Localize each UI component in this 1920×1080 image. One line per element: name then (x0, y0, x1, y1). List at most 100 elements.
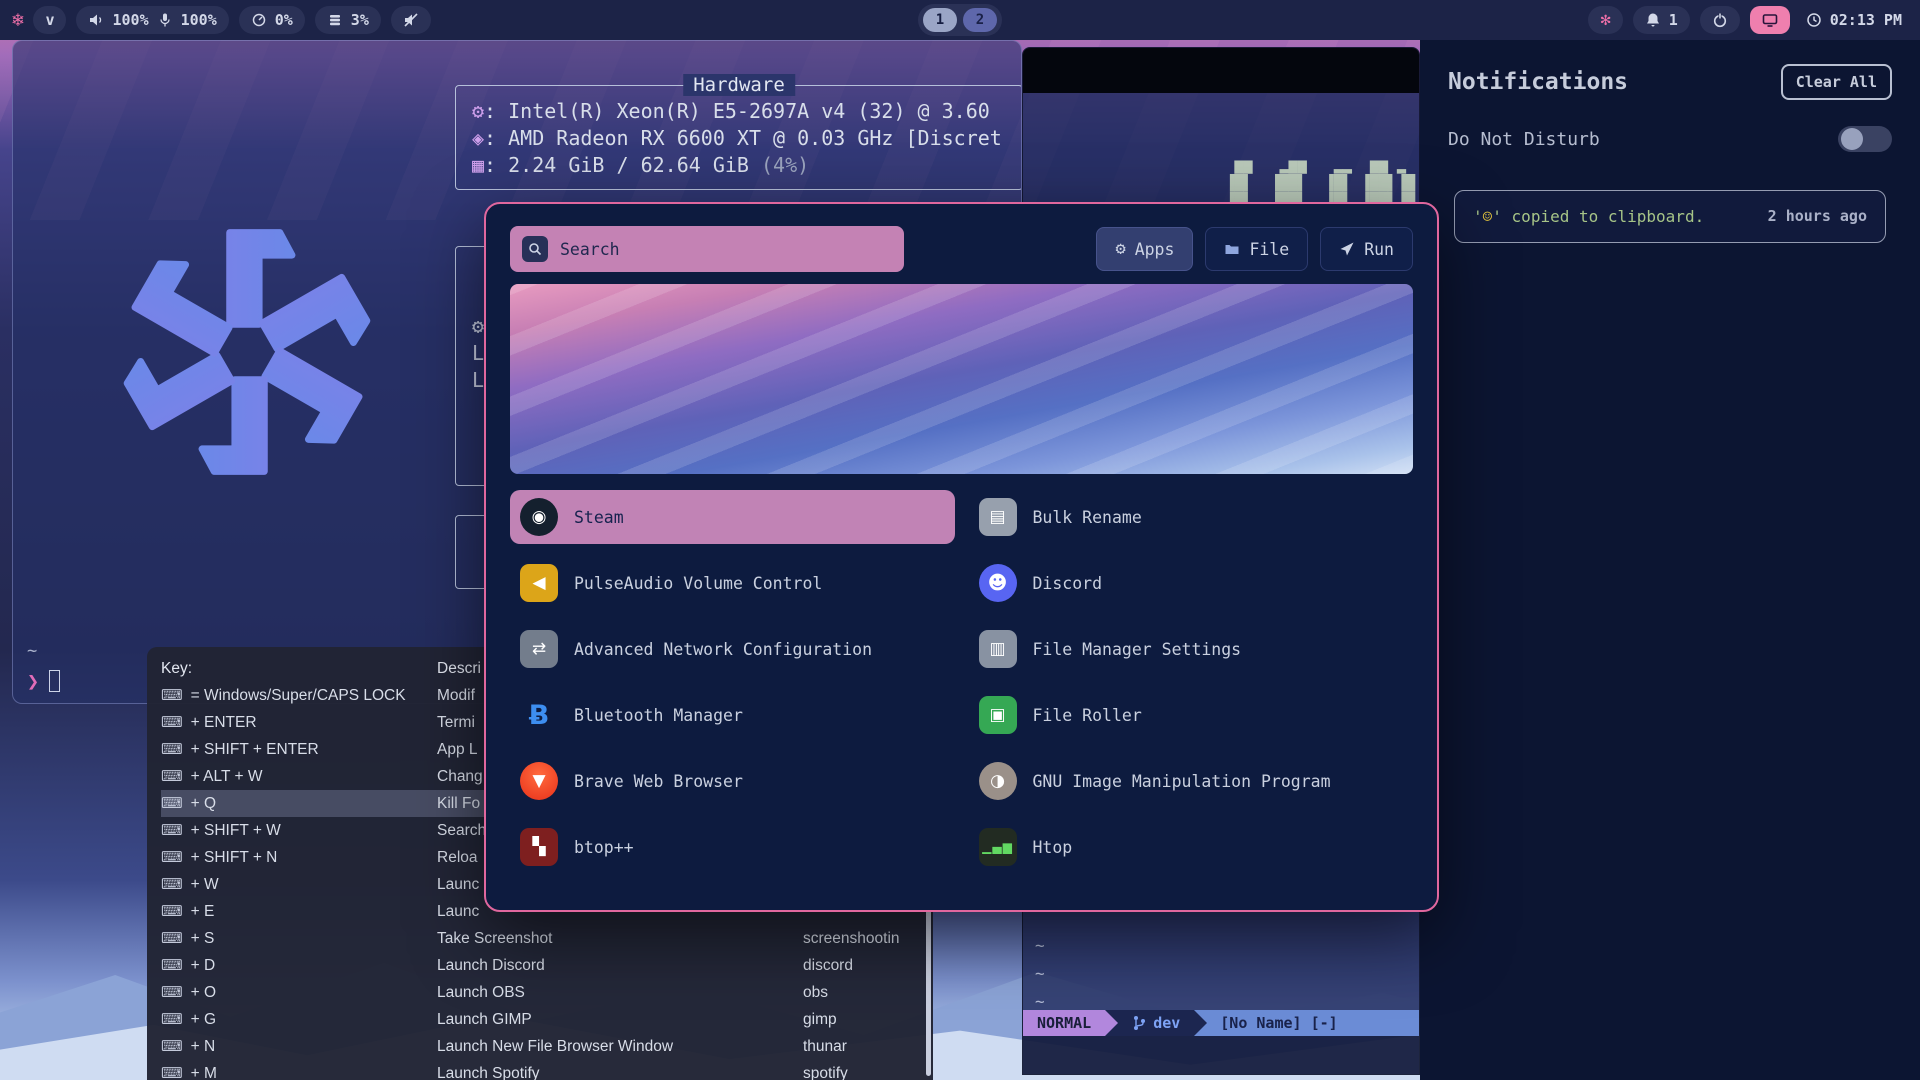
app-label: File Roller (1033, 706, 1142, 725)
app-icon: ☻ (979, 564, 1017, 602)
keybind-row: ⌨+ M Launch Spotify spotify (161, 1060, 923, 1080)
app-icon: ◑ (979, 762, 1017, 800)
app-grid: ◉ Steam ▤ Bulk Rename ◀ PulseAudio Volum… (510, 490, 1413, 874)
speaker-icon (88, 12, 104, 28)
app-item[interactable]: ▼ Brave Web Browser (510, 754, 955, 808)
keybind-keys: + M (191, 1065, 217, 1080)
keyboard-icon: ⌨ (161, 957, 183, 974)
app-label: PulseAudio Volume Control (574, 574, 822, 593)
power-icon (1712, 12, 1728, 28)
launcher-tabs: ⚙ Apps File Run (1096, 227, 1413, 271)
keybind-keys: + SHIFT + N (191, 849, 278, 866)
app-label: Advanced Network Configuration (574, 640, 872, 659)
tab-file-label: File (1249, 240, 1289, 259)
notifications-header: Notifications Clear All (1448, 64, 1892, 100)
keybind-combo: ⌨+ SHIFT + ENTER (161, 740, 437, 759)
app-item[interactable]: ▥ File Manager Settings (969, 622, 1414, 676)
keybind-description: Launch Discord (437, 957, 803, 975)
do-not-disturb-toggle[interactable] (1838, 126, 1892, 152)
keyboard-icon: ⌨ (161, 903, 183, 920)
keyboard-icon: ⌨ (161, 822, 183, 839)
app-label: Steam (574, 508, 624, 527)
keybind-combo: ⌨+ S (161, 929, 437, 948)
app-icon: ◉ (520, 498, 558, 536)
tab-run[interactable]: Run (1320, 227, 1413, 271)
keyboard-icon: ⌨ (161, 768, 183, 785)
clear-all-button[interactable]: Clear All (1781, 64, 1892, 100)
vim-filename: [No Name] [-] (1194, 1010, 1419, 1036)
keybind-description: Launch OBS (437, 984, 803, 1002)
keybind-description: Take Screenshot (437, 930, 803, 948)
toggle-knob (1841, 128, 1863, 150)
keybind-combo: ⌨= Windows/Super/CAPS LOCK (161, 686, 437, 705)
app-item[interactable]: ▣ File Roller (969, 688, 1414, 742)
notification-card[interactable]: '☺' copied to clipboard. 2 hours ago (1454, 190, 1886, 243)
app-item[interactable]: ◉ Steam (510, 490, 955, 544)
app-item[interactable]: ▁▄▆ Htop (969, 820, 1414, 874)
keybind-keys: + Q (191, 795, 216, 812)
keybind-keys: = Windows/Super/CAPS LOCK (191, 687, 406, 704)
app-item[interactable]: ▚ btop++ (510, 820, 955, 874)
workspace-1-button[interactable]: 1 (923, 8, 957, 32)
top-bar-right: ✻ 1 02:13 PM (1588, 6, 1908, 34)
launcher-banner-image (510, 284, 1413, 474)
nix-flake-icon[interactable]: ❄ (12, 9, 23, 31)
indicator-button[interactable]: ✻ (1588, 6, 1622, 34)
nixos-logo (68, 179, 426, 525)
volume-widget[interactable]: 100% 100% (76, 6, 228, 34)
search-field[interactable] (510, 226, 904, 272)
app-icon: ▣ (979, 696, 1017, 734)
app-item[interactable]: Ƀ Bluetooth Manager (510, 688, 955, 742)
cpu-widget[interactable]: 0% (239, 6, 305, 34)
keybind-combo: ⌨ + E (161, 902, 437, 921)
keybind-combo: ⌨+ SHIFT + W (161, 821, 437, 840)
mute-button[interactable] (391, 6, 431, 34)
power-button[interactable] (1700, 6, 1740, 34)
display-button[interactable] (1750, 6, 1790, 34)
app-label: Discord (1033, 574, 1103, 593)
git-branch-name: dev (1153, 1014, 1180, 1032)
top-bar: ❄ v 100% 100% 0% 3% 1 2 ✻ 1 02:13 P (0, 0, 1920, 40)
app-item[interactable]: ⇄ Advanced Network Configuration (510, 622, 955, 676)
keybind-combo: ⌨+ G (161, 1010, 437, 1029)
app-item[interactable]: ☻ Discord (969, 556, 1414, 610)
skyline-line: ▆▆ ▂▆▆ ▂▂ ▆▆ ▂ (1216, 156, 1415, 174)
keyboard-icon: ⌨ (161, 795, 183, 812)
tab-file[interactable]: File (1205, 227, 1308, 271)
keyboard-icon: ⌨ (161, 876, 183, 893)
app-icon: ▁▄▆ (979, 828, 1017, 866)
keyboard-icon: ⌨ (161, 1065, 183, 1080)
keybind-command: thunar (803, 1038, 923, 1056)
tab-apps[interactable]: ⚙ Apps (1096, 227, 1193, 271)
memory-value: 3% (351, 11, 369, 29)
app-item[interactable]: ▤ Bulk Rename (969, 490, 1414, 544)
app-icon: ▼ (520, 762, 558, 800)
search-input[interactable] (560, 240, 892, 259)
keybind-combo: ⌨+ N (161, 1037, 437, 1056)
app-label: Bulk Rename (1033, 508, 1142, 527)
terminal-tilde: ~ (27, 641, 37, 661)
memory-widget[interactable]: 3% (315, 6, 381, 34)
keybind-keys: + E (191, 903, 215, 920)
keybind-row: ⌨+ G Launch GIMP gimp (161, 1006, 923, 1033)
keybind-combo: ⌨+ W (161, 875, 437, 894)
app-icon: ⇄ (520, 630, 558, 668)
hardware-value: : AMD Radeon RX 6600 XT @ 0.03 GHz [Disc… (484, 125, 1002, 152)
shell-prompt[interactable]: ❯ (27, 669, 60, 693)
hardware-row: ◈ : AMD Radeon RX 6600 XT @ 0.03 GHz [Di… (472, 125, 1006, 152)
cpu-value: 0% (275, 11, 293, 29)
smiley-emoji-icon: ☺ (1483, 207, 1493, 226)
app-icon: ◀ (520, 564, 558, 602)
keybind-combo: ⌨+ D (161, 956, 437, 975)
vim-tilde: ~ (1035, 932, 1045, 960)
workspace-2-button[interactable]: 2 (963, 8, 997, 32)
notifications-button[interactable]: 1 (1633, 6, 1690, 34)
clock-widget[interactable]: 02:13 PM (1800, 11, 1908, 29)
app-item[interactable]: ◀ PulseAudio Volume Control (510, 556, 955, 610)
keybind-combo: ⌨ + M (161, 1064, 437, 1080)
app-icon-glyph: ▚ (532, 837, 545, 857)
menu-button[interactable]: v (33, 6, 66, 34)
app-item[interactable]: ◑ GNU Image Manipulation Program (969, 754, 1414, 808)
app-label: GNU Image Manipulation Program (1033, 772, 1331, 791)
hardware-row: ▦ : 2.24 GiB / 62.64 GiB (4%) (472, 152, 1006, 179)
